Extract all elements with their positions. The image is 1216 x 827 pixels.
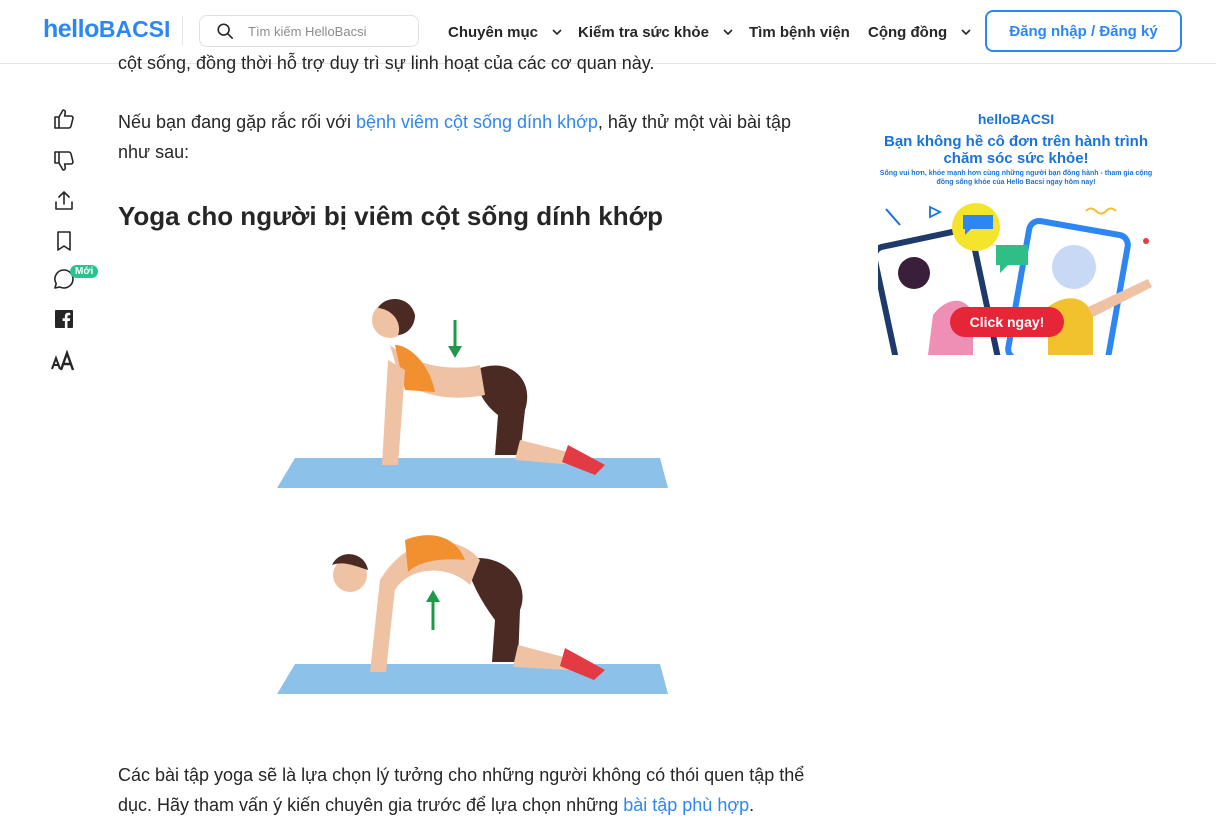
cat-pose-figure <box>277 535 668 694</box>
nav-label: Cộng đồng <box>868 23 948 41</box>
thumbs-up-icon <box>54 109 74 129</box>
nav-cong-dong[interactable]: Cộng đồng <box>868 0 973 64</box>
logo-hello: hello <box>43 15 99 43</box>
ankylosing-spondylitis-link[interactable]: bệnh viêm cột sống dính khớp <box>356 112 598 132</box>
login-register-button[interactable]: Đăng nhập / Đăng ký <box>985 10 1182 52</box>
nav-label: Chuyên mục <box>448 23 539 41</box>
like-button[interactable] <box>50 105 78 133</box>
search-box[interactable] <box>199 15 419 47</box>
click-now-button[interactable]: Click ngay! <box>950 307 1064 337</box>
share-icon <box>55 191 73 210</box>
new-badge: Mới <box>70 265 99 278</box>
ad-brand-logo: helloBACSI <box>977 111 1055 127</box>
ad-title: Bạn không hề cô đơn trên hành trình chăm… <box>884 133 1148 167</box>
community-ad-banner[interactable]: helloBACSI Bạn không hề cô đơn trên hành… <box>878 105 1168 355</box>
logo-bacsi: BACSI <box>98 16 171 42</box>
yoga-paragraph: Các bài tập yoga sẽ là lựa chọn lý tưởng… <box>118 760 828 820</box>
bookmark-icon <box>57 231 71 251</box>
ad-subtitle: Sống vui hơn, khỏe mạnh hơn cùng những n… <box>879 170 1153 186</box>
suitable-exercises-link[interactable]: bài tập phù hợp <box>623 795 749 815</box>
chevron-down-icon <box>961 29 971 36</box>
search-icon <box>217 23 234 40</box>
cow-pose-figure <box>277 298 668 488</box>
search-input[interactable] <box>246 22 400 40</box>
facebook-share-button[interactable] <box>50 305 78 333</box>
nav-label: Tìm bệnh viện <box>749 23 850 41</box>
chevron-down-icon <box>552 29 562 36</box>
font-size-icon <box>51 350 75 371</box>
bookmark-button[interactable] <box>50 227 78 255</box>
yoga-text-after: . <box>749 795 755 815</box>
logo[interactable]: hello BACSI <box>43 15 170 44</box>
share-button[interactable] <box>50 187 78 215</box>
facebook-icon <box>55 310 73 328</box>
intro-paragraph: Nếu bạn đang gặp rắc rối với bệnh viêm c… <box>118 107 828 167</box>
dislike-button[interactable] <box>50 147 78 175</box>
cat-cow-pose-illustration <box>277 298 668 694</box>
intro-text-before: Nếu bạn đang gặp rắc rối với <box>118 112 356 132</box>
header-divider <box>182 16 183 46</box>
chevron-down-icon <box>723 29 733 36</box>
top-partial-paragraph: cột sống, đồng thời hỗ trợ duy trì sự li… <box>118 53 655 73</box>
nav-label: Kiểm tra sức khỏe <box>578 23 709 41</box>
thumbs-down-icon <box>54 151 74 171</box>
section-heading: Yoga cho người bị viêm cột sống dính khớ… <box>118 201 663 231</box>
font-size-button[interactable] <box>50 348 78 376</box>
